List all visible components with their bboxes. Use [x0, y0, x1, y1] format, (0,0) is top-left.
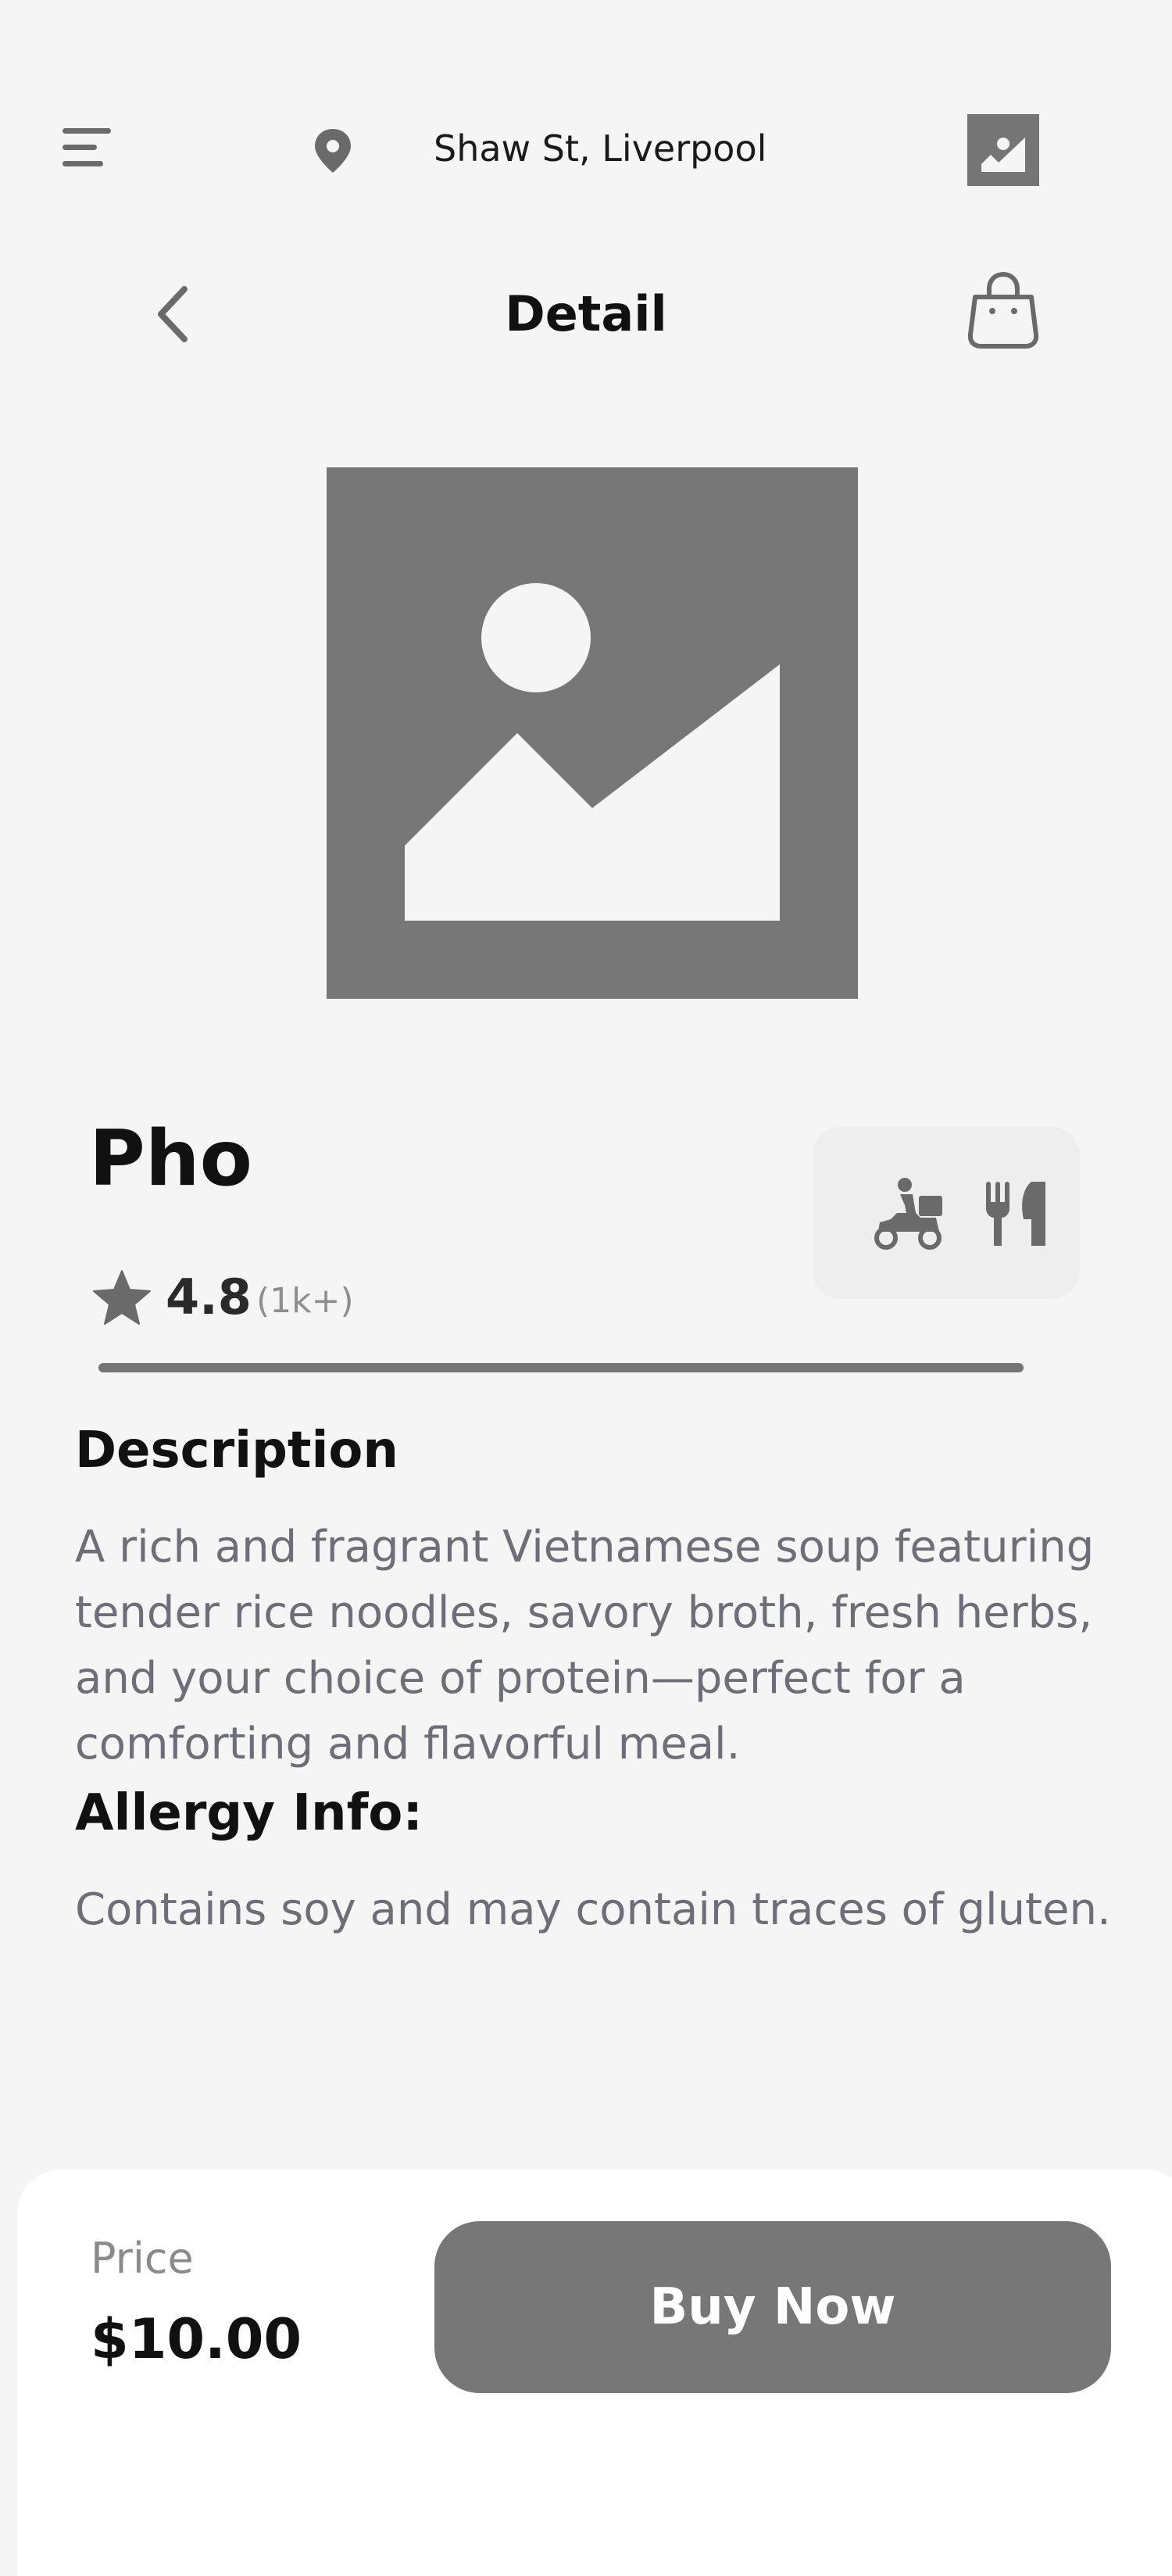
buy-now-button[interactable]: Buy Now — [434, 2221, 1111, 2393]
product-image — [327, 467, 858, 999]
location-label[interactable]: Shaw St, Liverpool — [434, 125, 766, 172]
profile-avatar[interactable] — [967, 114, 1039, 186]
map-pin-icon — [311, 127, 355, 175]
rating-value: 4.8 — [166, 1268, 252, 1326]
description-text: A rich and fragrant Vietnamese soup feat… — [75, 1522, 1095, 1769]
star-icon — [92, 1269, 152, 1326]
price-value: $10.00 — [91, 2307, 302, 2371]
image-placeholder-icon — [327, 467, 858, 999]
chevron-left-icon — [158, 286, 188, 342]
price-label: Price — [91, 2234, 194, 2283]
description-heading: Description — [75, 1422, 398, 1479]
service-options — [813, 1127, 1080, 1299]
cart-button[interactable] — [964, 270, 1042, 350]
hamburger-menu-icon[interactable] — [59, 123, 114, 172]
image-placeholder-icon — [967, 114, 1039, 186]
rating-count: (1k+) — [256, 1281, 354, 1321]
shopping-bag-icon — [967, 271, 1039, 349]
allergy-text: Contains soy and may contain traces of g… — [75, 1884, 1111, 1935]
page-title: Detail — [505, 285, 667, 342]
product-name: Pho — [89, 1114, 252, 1204]
fork-knife-icon[interactable] — [983, 1179, 1050, 1249]
section-divider — [98, 1363, 1024, 1372]
back-button[interactable] — [148, 281, 197, 347]
delivery-scooter-icon[interactable] — [870, 1175, 944, 1252]
allergy-heading: Allergy Info: — [75, 1784, 423, 1842]
